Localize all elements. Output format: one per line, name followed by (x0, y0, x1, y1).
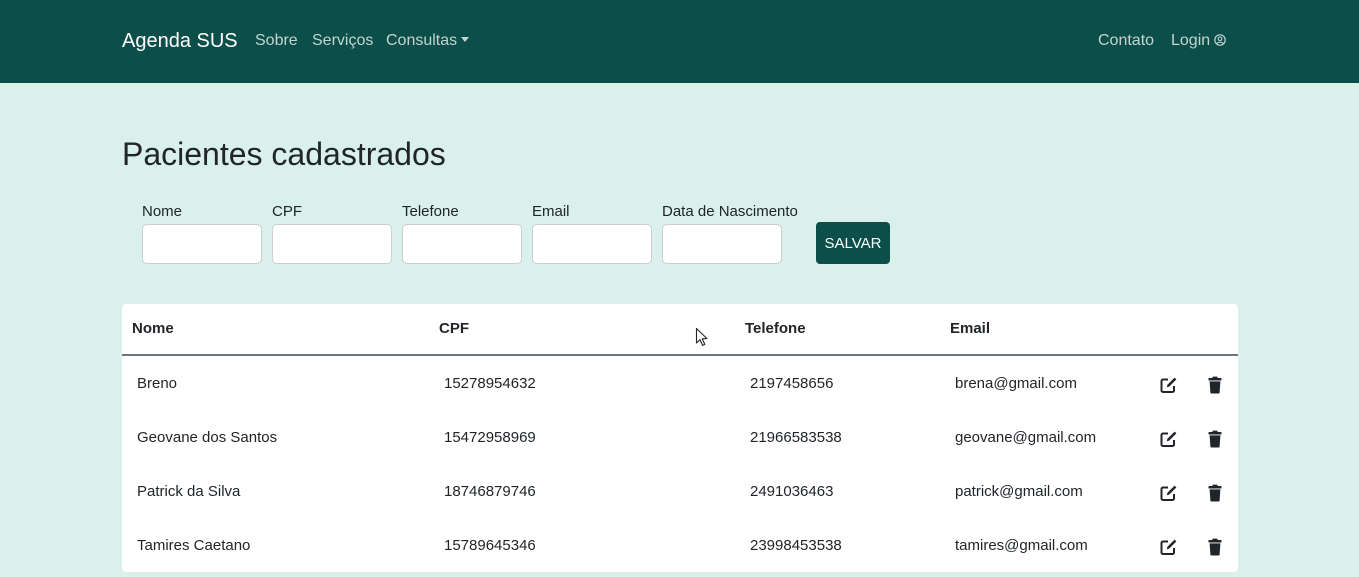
table-row: Geovane dos Santos 15472958969 219665835… (122, 410, 1238, 464)
form-group-nome: Nome (142, 203, 262, 264)
form-group-telefone: Telefone (402, 203, 522, 264)
nav-link-servicos[interactable]: Serviços (312, 32, 373, 50)
nav-dropdown-consultas-label: Consultas (386, 32, 458, 49)
cell-telefone: 21966583538 (750, 429, 842, 446)
caret-down-icon (461, 37, 470, 42)
data-nascimento-label: Data de Nascimento (662, 203, 798, 220)
cell-email: brena@gmail.com (955, 375, 1077, 392)
form-group-email: Email (532, 203, 652, 264)
telefone-label: Telefone (402, 203, 459, 220)
trash-icon[interactable] (1206, 538, 1224, 556)
nav-link-sobre[interactable]: Sobre (255, 32, 298, 50)
cell-telefone: 2491036463 (750, 483, 834, 500)
email-input[interactable] (532, 224, 652, 264)
edit-icon[interactable] (1160, 484, 1178, 502)
cell-telefone: 23998453538 (750, 537, 842, 554)
save-button[interactable]: SALVAR (816, 222, 890, 264)
data-nascimento-input[interactable] (662, 224, 782, 264)
cell-nome: Geovane dos Santos (137, 429, 278, 446)
navbar: Agenda SUS Sobre Serviços Consultas Cont… (0, 0, 1359, 83)
nav-dropdown-consultas[interactable]: Consultas (386, 32, 470, 50)
nav-link-login[interactable]: Login (1171, 32, 1226, 50)
trash-icon[interactable] (1206, 430, 1224, 448)
cell-nome: Tamires Caetano (137, 537, 251, 554)
cell-nome: Patrick da Silva (137, 483, 241, 500)
cell-cpf: 15278954632 (444, 375, 536, 392)
cell-cpf: 15789645346 (444, 537, 536, 554)
nome-input[interactable] (142, 224, 262, 264)
cell-cpf: 18746879746 (444, 483, 536, 500)
cpf-input[interactable] (272, 224, 392, 264)
table-row: Patrick da Silva 18746879746 2491036463 … (122, 464, 1238, 518)
mouse-cursor-icon (695, 327, 708, 346)
nome-label: Nome (142, 203, 183, 220)
header-nome: Nome (132, 320, 174, 337)
table-row: Breno 15278954632 2197458656 brena@gmail… (122, 356, 1238, 410)
form-group-data-nascimento: Data de Nascimento (662, 203, 822, 264)
cpf-label: CPF (272, 203, 302, 220)
nav-link-login-label: Login (1171, 32, 1211, 49)
trash-icon[interactable] (1206, 376, 1224, 394)
cell-nome: Breno (137, 375, 178, 392)
cell-email: patrick@gmail.com (955, 483, 1083, 500)
header-cpf: CPF (439, 320, 469, 337)
page-title: Pacientes cadastrados (122, 136, 446, 172)
table-header: Nome CPF Telefone Email (122, 304, 1238, 356)
edit-icon[interactable] (1160, 376, 1178, 394)
telefone-input[interactable] (402, 224, 522, 264)
form-group-cpf: CPF (272, 203, 392, 264)
email-label: Email (532, 203, 570, 220)
header-email: Email (950, 320, 991, 337)
edit-icon[interactable] (1160, 430, 1178, 448)
edit-icon[interactable] (1160, 538, 1178, 556)
cell-email: tamires@gmail.com (955, 537, 1088, 554)
user-circle-icon (1214, 34, 1226, 46)
cell-telefone: 2197458656 (750, 375, 834, 392)
cell-cpf: 15472958969 (444, 429, 536, 446)
trash-icon[interactable] (1206, 484, 1224, 502)
cell-email: geovane@gmail.com (955, 429, 1097, 446)
patients-table: Nome CPF Telefone Email Breno 1527895463… (122, 304, 1238, 572)
brand-link[interactable]: Agenda SUS (122, 30, 238, 53)
table-row: Tamires Caetano 15789645346 23998453538 … (122, 518, 1238, 572)
nav-link-contato[interactable]: Contato (1098, 32, 1154, 50)
header-telefone: Telefone (745, 320, 806, 337)
